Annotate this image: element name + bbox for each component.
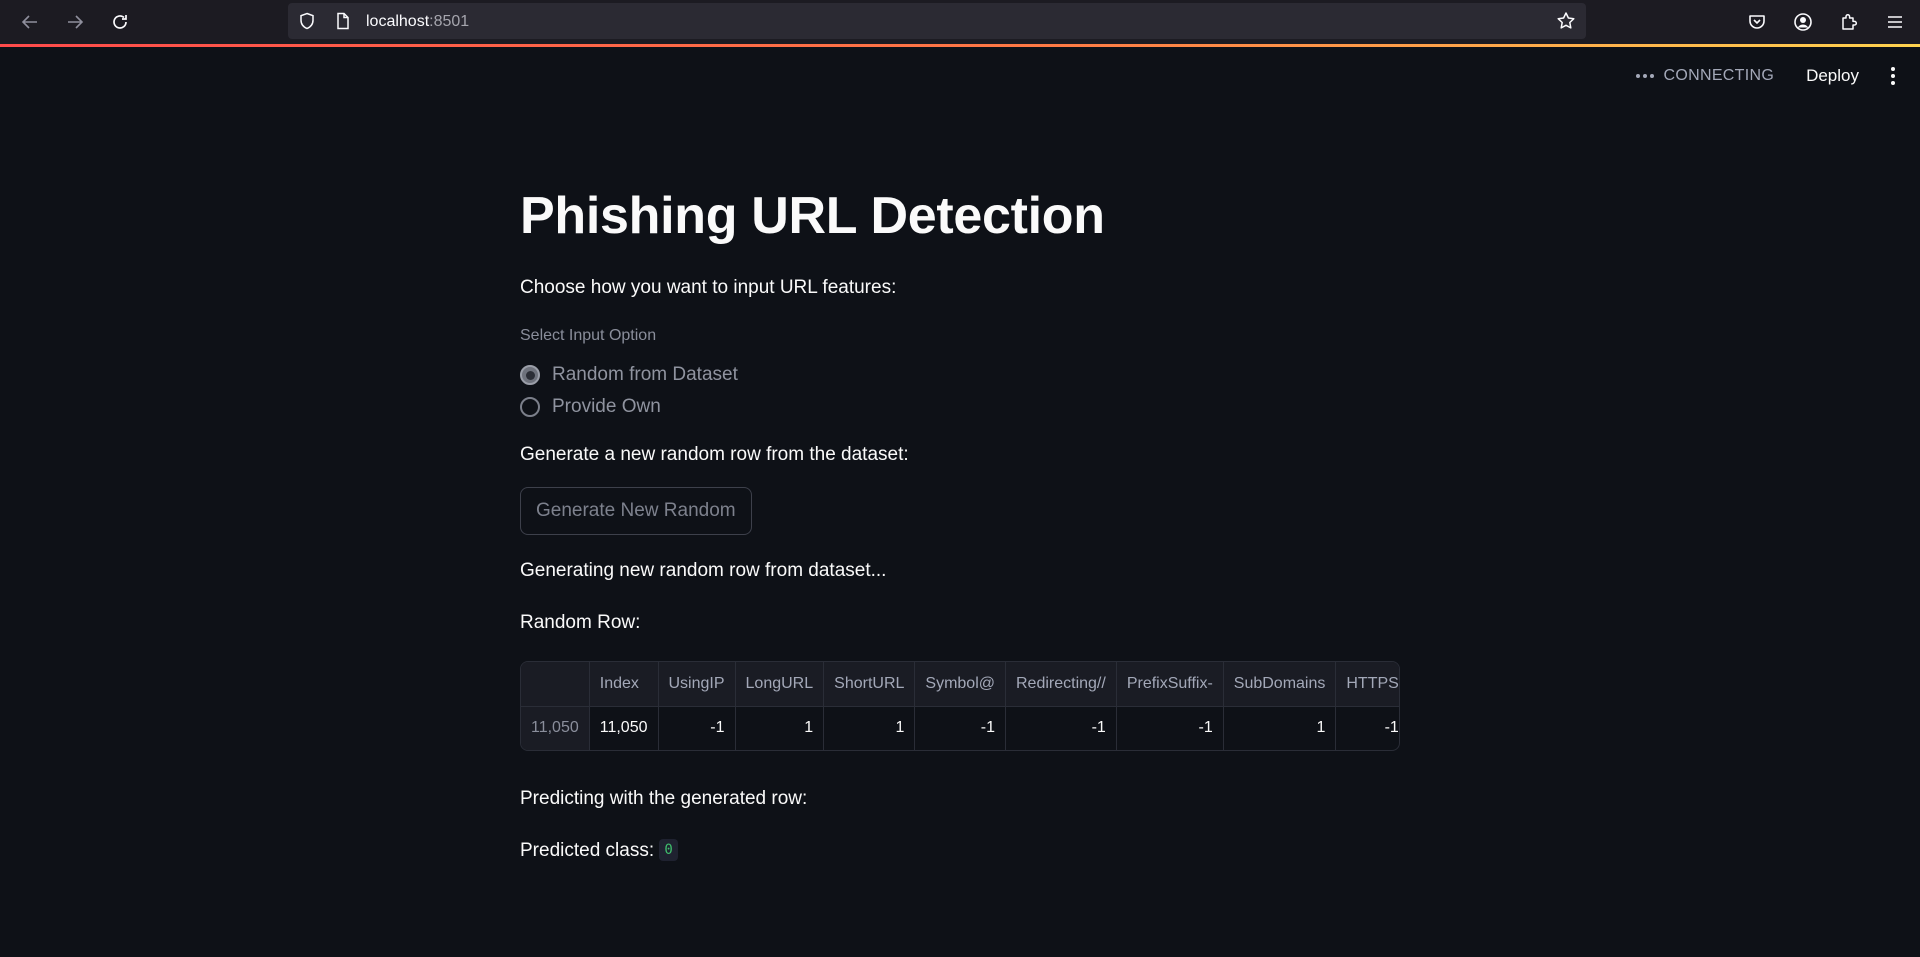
shield-icon[interactable] bbox=[298, 12, 316, 30]
table-cell[interactable]: 11,050 bbox=[589, 706, 659, 750]
column-header[interactable]: Index bbox=[589, 662, 659, 707]
column-header[interactable]: Redirecting// bbox=[1005, 662, 1117, 707]
radio-option-label: Provide Own bbox=[552, 396, 661, 417]
column-header[interactable] bbox=[521, 662, 590, 707]
generate-new-random-button[interactable]: Generate New Random bbox=[520, 487, 752, 535]
random-row-label: Random Row: bbox=[520, 612, 641, 633]
deploy-button[interactable]: Deploy bbox=[1806, 66, 1859, 86]
column-header[interactable]: UsingIP bbox=[658, 662, 736, 707]
url-text[interactable]: localhost:8501 bbox=[366, 13, 469, 31]
radio-option-label: Random from Dataset bbox=[552, 364, 738, 385]
star-icon[interactable] bbox=[1556, 11, 1576, 31]
arrow-right-icon bbox=[68, 15, 84, 29]
table-cell[interactable]: -1 bbox=[1005, 706, 1117, 750]
table-cell[interactable]: -1 bbox=[658, 706, 736, 750]
arrow-left-icon bbox=[21, 15, 37, 29]
predicting-text: Predicting with the generated row: bbox=[520, 788, 808, 809]
generate-prompt: Generate a new random row from the datas… bbox=[520, 444, 909, 465]
predicted-class-label: Predicted class: bbox=[520, 840, 655, 861]
radio-group-label: Select Input Option bbox=[520, 327, 657, 344]
kebab-menu-icon[interactable] bbox=[1883, 61, 1903, 91]
pocket-button[interactable] bbox=[1734, 0, 1780, 44]
predicted-class-value: 0 bbox=[659, 839, 678, 861]
forward-button[interactable] bbox=[53, 0, 97, 44]
app-header: CONNECTING Deploy bbox=[0, 47, 1920, 105]
extensions-button[interactable] bbox=[1826, 0, 1872, 44]
account-icon bbox=[1794, 13, 1812, 31]
menu-button[interactable] bbox=[1872, 0, 1918, 44]
reload-button[interactable] bbox=[98, 0, 142, 44]
table-header-row: Index UsingIP LongURL ShortURL Symbol@ R… bbox=[521, 662, 1399, 707]
table-cell[interactable]: -1 bbox=[914, 706, 1006, 750]
puzzle-icon bbox=[1842, 13, 1858, 30]
url-host: localhost bbox=[366, 13, 430, 30]
radio-checked-icon bbox=[520, 365, 540, 385]
generating-text: Generating new random row from dataset..… bbox=[520, 560, 887, 581]
connection-status-text: CONNECTING bbox=[1663, 67, 1775, 84]
column-header[interactable]: HTTPS bbox=[1335, 662, 1399, 707]
input-option-radio-group: Random from Dataset Provide Own bbox=[520, 359, 1400, 423]
table-cell[interactable]: 1 bbox=[735, 706, 825, 750]
column-header[interactable]: PrefixSuffix- bbox=[1116, 662, 1224, 707]
radio-unchecked-icon bbox=[520, 397, 540, 417]
table-cell[interactable]: 1 bbox=[1223, 706, 1337, 750]
account-button[interactable] bbox=[1780, 0, 1826, 44]
url-port: :8501 bbox=[429, 13, 470, 30]
random-row-dataframe[interactable]: Index UsingIP LongURL ShortURL Symbol@ R… bbox=[520, 661, 1400, 751]
intro-text: Choose how you want to input URL feature… bbox=[520, 277, 897, 298]
main-content: Phishing URL Detection Choose how you wa… bbox=[520, 190, 1400, 865]
column-header[interactable]: LongURL bbox=[735, 662, 825, 707]
page-title: Phishing URL Detection bbox=[520, 187, 1105, 245]
radio-option-random[interactable]: Random from Dataset bbox=[520, 359, 1400, 391]
hamburger-menu-icon bbox=[1888, 16, 1902, 28]
table-cell[interactable]: -1 bbox=[1116, 706, 1224, 750]
table-cell[interactable]: 1 bbox=[823, 706, 916, 750]
ellipsis-icon bbox=[1635, 74, 1654, 78]
table-cell[interactable]: -1 bbox=[1335, 706, 1399, 750]
column-header[interactable]: ShortURL bbox=[823, 662, 916, 707]
browser-tools bbox=[1734, 0, 1920, 44]
page-icon[interactable] bbox=[334, 12, 352, 30]
radio-option-provide-own[interactable]: Provide Own bbox=[520, 391, 1400, 423]
dataframe-table: Index UsingIP LongURL ShortURL Symbol@ R… bbox=[521, 662, 1399, 750]
connection-status: CONNECTING bbox=[1635, 67, 1775, 85]
reload-icon bbox=[113, 15, 127, 29]
pocket-icon bbox=[1749, 15, 1765, 29]
prediction-result: Predicted class: 0 bbox=[520, 837, 1400, 865]
row-index-cell[interactable]: 11,050 bbox=[521, 706, 590, 750]
browser-toolbar: localhost:8501 bbox=[0, 0, 1920, 44]
column-header[interactable]: SubDomains bbox=[1223, 662, 1337, 707]
column-header[interactable]: Symbol@ bbox=[914, 662, 1006, 707]
back-button[interactable] bbox=[8, 0, 52, 44]
table-row: 11,050 11,050 -1 1 1 -1 -1 -1 1 -1 bbox=[521, 706, 1399, 750]
address-bar[interactable]: localhost:8501 bbox=[288, 3, 1586, 39]
